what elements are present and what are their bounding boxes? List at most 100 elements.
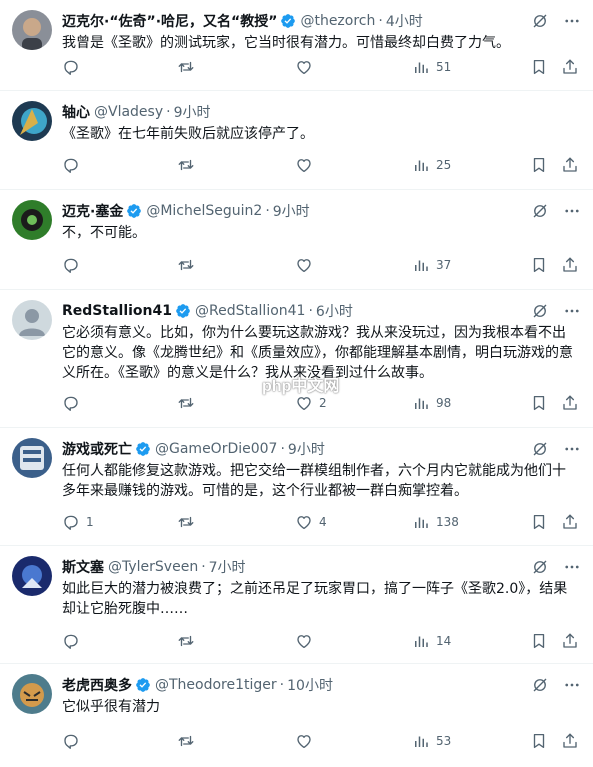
timestamp[interactable]: 4小时 <box>386 11 423 31</box>
more-icon[interactable] <box>563 440 581 458</box>
retweet-button[interactable] <box>177 631 201 651</box>
bookmark-icon <box>530 513 548 531</box>
views-button[interactable]: 25 <box>412 155 451 175</box>
avatar[interactable] <box>12 300 52 340</box>
user-name[interactable]: 游戏或死亡 <box>62 439 132 459</box>
reply-button[interactable] <box>62 255 86 275</box>
share-button[interactable] <box>561 512 579 532</box>
timestamp[interactable]: 7小时 <box>209 557 246 577</box>
like-icon <box>295 156 313 174</box>
reply-button[interactable] <box>62 393 86 413</box>
views-button[interactable]: 51 <box>412 57 451 77</box>
avatar[interactable] <box>12 556 52 596</box>
views-button[interactable]: 98 <box>412 393 451 413</box>
tweet-text: 任何人都能修复这款游戏。把它交给一群模组制作者，六个月内它就能成为他们十多年来最… <box>62 463 566 499</box>
user-name[interactable]: 迈克尔·“佐奇”·哈尼，又名“教授” <box>62 11 277 31</box>
tweet[interactable]: 斯文塞 @TylerSveen · 7小时 如此巨大的潜力被浪费了；之前还吊足了… <box>0 546 593 664</box>
retweet-button[interactable] <box>177 393 201 413</box>
retweet-button[interactable] <box>177 512 201 532</box>
avatar[interactable] <box>12 674 52 714</box>
views-icon <box>412 513 430 531</box>
views-button[interactable]: 14 <box>412 631 451 651</box>
separator-dot: · <box>265 203 270 219</box>
user-name[interactable]: 老虎西奥多 <box>62 675 132 695</box>
like-button[interactable] <box>295 731 319 751</box>
user-name[interactable]: 迈克·塞金 <box>62 201 123 221</box>
like-button[interactable] <box>295 155 319 175</box>
more-icon[interactable] <box>563 12 581 30</box>
views-button[interactable]: 37 <box>412 255 451 275</box>
share-button[interactable] <box>561 155 579 175</box>
like-icon <box>295 732 313 750</box>
bookmark-button[interactable] <box>530 631 548 651</box>
timestamp[interactable]: 9小时 <box>288 439 325 459</box>
bookmark-button[interactable] <box>530 57 548 77</box>
user-handle[interactable]: @MichelSeguin2 <box>146 203 262 219</box>
user-handle[interactable]: @RedStallion41 <box>195 303 305 319</box>
tweet[interactable]: 迈克尔·“佐奇”·哈尼，又名“教授” @thezorch · 4小时 我曾是《圣… <box>0 0 593 91</box>
tweet-actions: 14 <box>0 631 593 651</box>
share-button[interactable] <box>561 631 579 651</box>
avatar[interactable] <box>12 10 52 50</box>
tweet[interactable]: 轴心 @Vladesy · 9小时 《圣歌》在七年前失败后就应该停产了。 25 <box>0 91 593 190</box>
like-button[interactable]: 4 <box>295 512 327 532</box>
tweet[interactable]: RedStallion41 @RedStallion41 · 6小时 它必须有意… <box>0 290 593 428</box>
more-icon[interactable] <box>563 302 581 320</box>
avatar[interactable] <box>12 438 52 478</box>
reply-button[interactable] <box>62 631 86 651</box>
more-icon[interactable] <box>563 202 581 220</box>
timestamp[interactable]: 6小时 <box>316 301 353 321</box>
user-handle[interactable]: @Theodore1tiger <box>155 677 277 693</box>
retweet-button[interactable] <box>177 155 201 175</box>
like-button[interactable] <box>295 631 319 651</box>
views-count: 25 <box>436 158 452 172</box>
user-handle[interactable]: @thezorch <box>300 13 375 29</box>
retweet-button[interactable] <box>177 57 201 77</box>
share-button[interactable] <box>561 57 579 77</box>
timestamp[interactable]: 9小时 <box>174 102 211 122</box>
share-button[interactable] <box>561 393 579 413</box>
timestamp[interactable]: 10小时 <box>287 675 333 695</box>
more-icon[interactable] <box>563 558 581 576</box>
tweet[interactable]: 迈克·塞金 @MichelSeguin2 · 9小时 不，不可能。 37 <box>0 190 593 290</box>
tweet[interactable]: 老虎西奥多 @Theodore1tiger · 10小时 它似乎很有潜力 53 <box>0 664 593 767</box>
like-button[interactable] <box>295 255 319 275</box>
grok-icon[interactable] <box>531 676 549 694</box>
share-button[interactable] <box>561 731 579 751</box>
avatar[interactable] <box>12 200 52 240</box>
user-handle[interactable]: @TylerSveen <box>108 559 198 575</box>
separator-dot: · <box>201 559 206 575</box>
reply-button[interactable] <box>62 57 86 77</box>
like-button[interactable] <box>295 57 319 77</box>
reply-button[interactable] <box>62 155 86 175</box>
like-button[interactable]: 2 <box>295 393 327 413</box>
bookmark-button[interactable] <box>530 393 548 413</box>
bookmark-button[interactable] <box>530 512 548 532</box>
grok-icon[interactable] <box>531 12 549 30</box>
user-handle[interactable]: @GameOrDie007 <box>155 441 277 457</box>
separator-dot: · <box>279 677 285 693</box>
avatar[interactable] <box>12 101 52 141</box>
more-icon[interactable] <box>563 676 581 694</box>
user-name[interactable]: 斯文塞 <box>62 557 104 577</box>
views-button[interactable]: 53 <box>412 731 451 751</box>
reply-icon <box>62 394 80 412</box>
user-name[interactable]: 轴心 <box>62 102 90 122</box>
bookmark-button[interactable] <box>530 731 548 751</box>
grok-icon[interactable] <box>531 302 549 320</box>
reply-button[interactable]: 1 <box>62 512 94 532</box>
bookmark-button[interactable] <box>530 155 548 175</box>
user-handle[interactable]: @Vladesy <box>94 104 163 120</box>
grok-icon[interactable] <box>531 440 549 458</box>
user-name[interactable]: RedStallion41 <box>62 303 172 319</box>
grok-icon[interactable] <box>531 202 549 220</box>
bookmark-button[interactable] <box>530 255 548 275</box>
timestamp[interactable]: 9小时 <box>273 201 310 221</box>
retweet-button[interactable] <box>177 731 201 751</box>
views-button[interactable]: 138 <box>412 512 459 532</box>
retweet-button[interactable] <box>177 255 201 275</box>
reply-button[interactable] <box>62 731 86 751</box>
grok-icon[interactable] <box>531 558 549 576</box>
tweet[interactable]: 游戏或死亡 @GameOrDie007 · 9小时 任何人都能修复这款游戏。把它… <box>0 428 593 546</box>
share-button[interactable] <box>561 255 579 275</box>
